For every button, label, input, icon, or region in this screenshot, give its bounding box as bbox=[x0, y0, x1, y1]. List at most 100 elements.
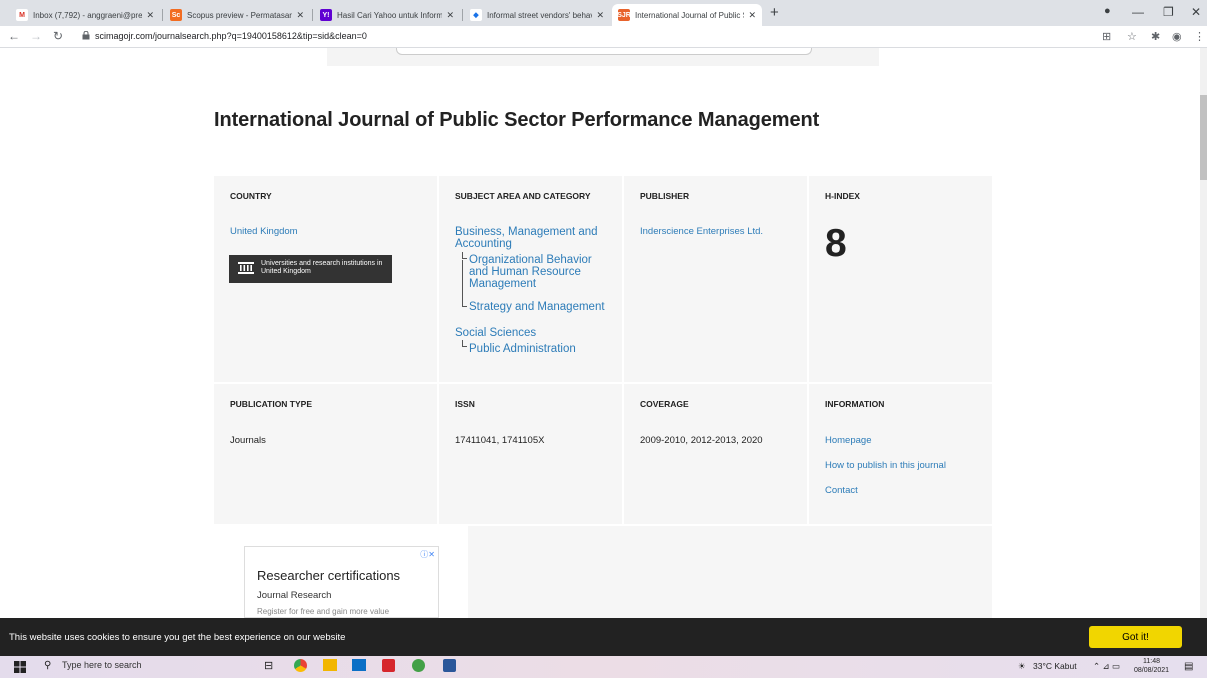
url-field[interactable]: scimagojr.com/journalsearch.php?q=194001… bbox=[95, 31, 367, 41]
close-tab-icon[interactable]: ✕ bbox=[296, 10, 304, 21]
browser-tab[interactable]: Sc Scopus preview - Permatasari, A... ✕ bbox=[164, 4, 310, 26]
minimize-icon[interactable]: — bbox=[1132, 5, 1144, 19]
word-icon[interactable] bbox=[443, 659, 456, 672]
tree-connector bbox=[462, 340, 467, 347]
system-tray-icons[interactable]: ⌃ ⊿ ▭ bbox=[1093, 661, 1120, 672]
search-input[interactable] bbox=[396, 48, 812, 55]
issn-cell: ISSN 17411041, 1741105X bbox=[439, 384, 622, 524]
country-cell: COUNTRY United Kingdom Universities and … bbox=[214, 176, 437, 382]
ad-description: Register for free and gain more value bbox=[257, 607, 390, 616]
windows-taskbar: ⚲ Type here to search ⊟ ☀ 33°C Kabut ⌃ ⊿… bbox=[0, 656, 1207, 678]
browser-tab[interactable]: ◆ Informal street vendors' behavio... ✕ bbox=[464, 4, 610, 26]
ad-subtitle: Journal Research bbox=[257, 590, 332, 601]
menu-icon[interactable]: ⋮ bbox=[1194, 30, 1205, 43]
badge-text: Universities and research institutions i… bbox=[261, 260, 383, 275]
forward-icon[interactable]: → bbox=[30, 29, 42, 43]
hindex-value: 8 bbox=[825, 222, 847, 265]
publisher-link[interactable]: Inderscience Enterprises Ltd. bbox=[640, 226, 763, 237]
subject-cell: SUBJECT AREA AND CATEGORY Business, Mana… bbox=[439, 176, 622, 382]
bookmark-star-icon[interactable]: ☆ bbox=[1127, 30, 1137, 43]
tab-title: Hasil Cari Yahoo untuk Informal s... bbox=[337, 10, 443, 20]
cookie-banner: This website uses cookies to ensure you … bbox=[0, 618, 1207, 656]
mail-icon[interactable] bbox=[352, 659, 366, 671]
category-org-behavior[interactable]: Organizational Behavior and Human Resour… bbox=[469, 254, 609, 290]
page-icon: ◆ bbox=[470, 9, 482, 21]
tab-title: Inbox (7,792) - anggraeni@pres... bbox=[33, 10, 143, 20]
subject-heading: SUBJECT AREA AND CATEGORY bbox=[455, 191, 591, 201]
coverage-value: 2009-2010, 2012-2013, 2020 bbox=[640, 435, 763, 446]
publication-type-cell: PUBLICATION TYPE Journals bbox=[214, 384, 437, 524]
advertisement[interactable]: ⓘ✕ Researcher certifications Journal Res… bbox=[244, 546, 439, 618]
close-tab-icon[interactable]: ✕ bbox=[446, 10, 454, 21]
homepage-link[interactable]: Homepage bbox=[825, 435, 871, 446]
journal-title: International Journal of Public Sector P… bbox=[214, 109, 820, 131]
issn-heading: ISSN bbox=[455, 399, 475, 409]
windows-start-icon[interactable] bbox=[14, 661, 26, 673]
publication-type-heading: PUBLICATION TYPE bbox=[230, 399, 313, 409]
clock-date: 08/08/2021 bbox=[1134, 667, 1170, 674]
address-bar: ← → ↻ scimagojr.com/journalsearch.php?q=… bbox=[0, 26, 1207, 48]
tree-connector bbox=[462, 260, 467, 307]
extensions-icon[interactable]: ✱ bbox=[1151, 30, 1160, 43]
sjr-icon: SJR bbox=[617, 9, 631, 21]
app-icon[interactable] bbox=[412, 659, 425, 672]
close-tab-icon[interactable]: ✕ bbox=[146, 10, 154, 21]
reload-icon[interactable]: ↻ bbox=[53, 29, 63, 43]
browser-tab-strip: M Inbox (7,792) - anggraeni@pres... ✕ Sc… bbox=[0, 0, 1207, 26]
new-tab-button[interactable]: + bbox=[770, 4, 779, 21]
coverage-cell: COVERAGE 2009-2010, 2012-2013, 2020 bbox=[624, 384, 807, 524]
country-heading: COUNTRY bbox=[230, 191, 272, 201]
taskbar-search-input[interactable]: Type here to search bbox=[62, 660, 142, 670]
category-strategy[interactable]: Strategy and Management bbox=[469, 301, 629, 313]
page-content: International Journal of Public Sector P… bbox=[0, 48, 1200, 618]
restore-icon[interactable]: ❐ bbox=[1163, 5, 1174, 19]
subject-area-social[interactable]: Social Sciences bbox=[455, 327, 536, 339]
search-icon[interactable]: ⚲ bbox=[44, 660, 51, 671]
clock-time: 11:48 bbox=[1143, 658, 1161, 665]
tab-title: International Journal of Public Se... bbox=[635, 10, 744, 20]
coverage-heading: COVERAGE bbox=[640, 399, 689, 409]
profile-icon[interactable]: ● bbox=[1104, 5, 1111, 17]
tab-title: Informal street vendors' behavio... bbox=[487, 10, 593, 20]
weather-icon[interactable]: ☀ bbox=[1018, 661, 1026, 672]
universities-badge[interactable]: Universities and research institutions i… bbox=[229, 255, 392, 283]
clock[interactable]: 11:48 08/08/2021 bbox=[1134, 657, 1169, 675]
account-icon[interactable]: ◉ bbox=[1172, 30, 1182, 43]
hindex-heading: H-INDEX bbox=[825, 191, 860, 201]
task-view-icon[interactable]: ⊟ bbox=[264, 659, 273, 672]
country-link[interactable]: United Kingdom bbox=[230, 226, 298, 237]
notifications-icon[interactable]: ▤ bbox=[1184, 661, 1193, 672]
yahoo-icon: Y! bbox=[320, 9, 332, 21]
information-heading: INFORMATION bbox=[825, 399, 885, 409]
cookie-text: This website uses cookies to ensure you … bbox=[9, 632, 346, 643]
contact-link[interactable]: Contact bbox=[825, 485, 858, 496]
weather-text[interactable]: 33°C Kabut bbox=[1033, 661, 1077, 671]
publication-type-value: Journals bbox=[230, 435, 266, 446]
cookie-accept-button[interactable]: Got it! bbox=[1089, 626, 1182, 648]
close-tab-icon[interactable]: ✕ bbox=[596, 10, 604, 21]
tab-title: Scopus preview - Permatasari, A... bbox=[187, 10, 293, 20]
close-tab-icon[interactable]: ✕ bbox=[748, 10, 756, 21]
institution-icon bbox=[238, 262, 254, 274]
ad-title[interactable]: Researcher certifications bbox=[257, 568, 400, 583]
scrollbar-thumb[interactable] bbox=[1200, 95, 1207, 180]
browser-tab[interactable]: Y! Hasil Cari Yahoo untuk Informal s... … bbox=[314, 4, 460, 26]
category-public-admin[interactable]: Public Administration bbox=[469, 343, 576, 355]
publisher-heading: PUBLISHER bbox=[640, 191, 690, 201]
file-explorer-icon[interactable] bbox=[323, 659, 337, 671]
ad-choices-icon[interactable]: ⓘ✕ bbox=[420, 549, 435, 560]
hindex-cell: H-INDEX 8 bbox=[809, 176, 992, 382]
translate-icon[interactable]: ⊞ bbox=[1102, 30, 1111, 43]
ad-placeholder bbox=[468, 526, 992, 618]
back-icon[interactable]: ← bbox=[8, 29, 20, 43]
browser-tab-active[interactable]: SJR International Journal of Public Se..… bbox=[612, 4, 762, 26]
information-cell: INFORMATION Homepage How to publish in t… bbox=[809, 384, 992, 524]
chrome-icon[interactable] bbox=[294, 659, 307, 672]
close-window-icon[interactable]: ✕ bbox=[1191, 5, 1201, 19]
acrobat-icon[interactable] bbox=[382, 659, 395, 672]
ad-area: ⓘ✕ Researcher certifications Journal Res… bbox=[214, 526, 992, 618]
publisher-cell: PUBLISHER Inderscience Enterprises Ltd. bbox=[624, 176, 807, 382]
how-to-publish-link[interactable]: How to publish in this journal bbox=[825, 460, 946, 471]
browser-tab[interactable]: M Inbox (7,792) - anggraeni@pres... ✕ bbox=[10, 4, 160, 26]
subject-area-business[interactable]: Business, Management and Accounting bbox=[455, 226, 615, 250]
